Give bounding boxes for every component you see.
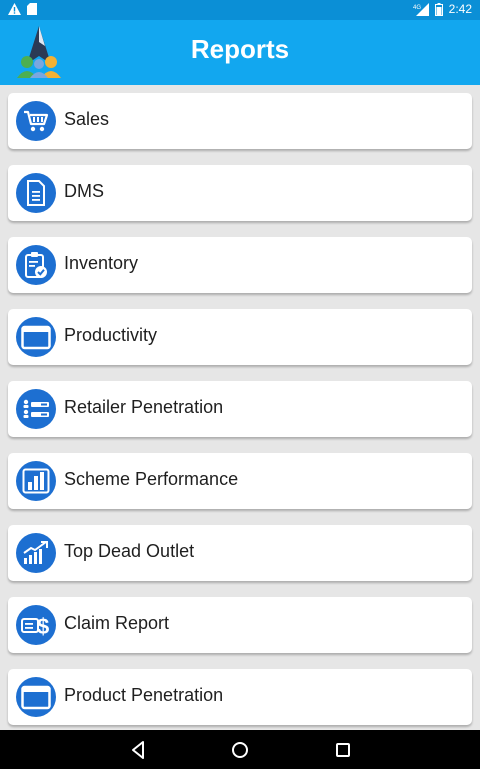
- navigation-bar: [0, 730, 480, 769]
- report-item-label: Product Penetration: [64, 685, 224, 705]
- report-item-label: Top Dead Outlet: [64, 541, 195, 561]
- money-icon: $: [16, 605, 56, 645]
- report-item-claim-report[interactable]: $ Claim Report: [8, 597, 472, 653]
- report-item-scheme-performance[interactable]: Scheme Performance: [8, 453, 472, 509]
- window-icon: [16, 317, 56, 357]
- recents-icon[interactable]: [331, 738, 355, 762]
- clipboard-check-icon: [16, 245, 56, 285]
- report-item-productivity[interactable]: Productivity: [8, 309, 472, 365]
- report-item-label: Retailer Penetration: [64, 397, 224, 417]
- status-time: 2:42: [448, 2, 472, 16]
- app-bar: Reports: [0, 20, 480, 85]
- report-item-top-dead-outlet[interactable]: Top Dead Outlet: [8, 525, 472, 581]
- report-item-inventory[interactable]: Inventory: [8, 237, 472, 293]
- reports-list: Sales DMS Inventory Productivity Retaile…: [0, 85, 480, 730]
- svg-text:4G: 4G: [413, 5, 421, 11]
- page-title: Reports: [190, 34, 290, 64]
- svg-text:$: $: [37, 614, 49, 638]
- report-item-sales[interactable]: Sales: [8, 93, 472, 149]
- warning-icon: [8, 3, 21, 15]
- report-item-label: Scheme Performance: [64, 469, 239, 489]
- back-icon[interactable]: [126, 738, 150, 762]
- bar-chart-icon: [16, 461, 56, 501]
- status-bar: 4G 2:42: [0, 0, 480, 20]
- status-left: [8, 3, 37, 15]
- report-item-label: Productivity: [64, 325, 158, 345]
- cart-icon: [16, 101, 56, 141]
- signal-4g-icon: 4G: [413, 2, 429, 16]
- report-item-label: Inventory: [64, 253, 139, 273]
- trend-chart-icon: [16, 533, 56, 573]
- sd-card-icon: [27, 3, 37, 15]
- battery-icon: [434, 2, 443, 16]
- report-item-product-penetration[interactable]: Product Penetration: [8, 669, 472, 725]
- users-list-icon: [16, 389, 56, 429]
- home-icon[interactable]: [228, 738, 252, 762]
- document-icon: [16, 173, 56, 213]
- report-item-label: Sales: [64, 109, 110, 129]
- report-item-label: DMS: [64, 181, 104, 201]
- window-icon: [16, 677, 56, 717]
- report-item-retailer-penetration[interactable]: Retailer Penetration: [8, 381, 472, 437]
- report-item-dms[interactable]: DMS: [8, 165, 472, 221]
- report-item-label: Claim Report: [64, 613, 170, 633]
- status-right: 4G 2:42: [413, 2, 472, 16]
